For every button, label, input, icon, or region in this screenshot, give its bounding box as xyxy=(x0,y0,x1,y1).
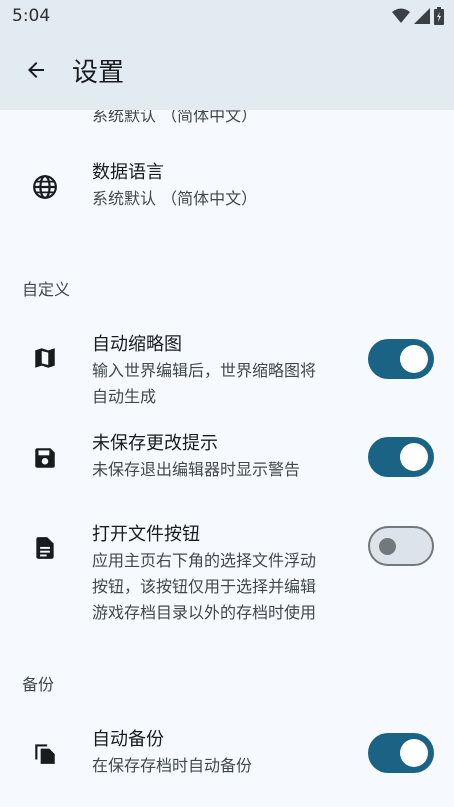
setting-subtitle: 系统默认 （简体中文） xyxy=(92,189,258,208)
unsaved-prompt-switch[interactable] xyxy=(368,437,434,477)
setting-unsaved-prompt[interactable]: 未保存更改提示 未保存退出编辑器时显示警告 xyxy=(0,431,454,487)
back-button[interactable] xyxy=(14,48,58,92)
signal-icon xyxy=(414,8,430,24)
status-icons xyxy=(392,7,444,25)
battery-icon xyxy=(434,7,444,25)
switch-thumb xyxy=(400,739,428,767)
setting-subtitle: 未保存退出编辑器时显示警告 xyxy=(92,460,301,479)
settings-list[interactable]: 系统默认 （简体中文） 数据语言 系统默认 （简体中文） 自定义 自动缩略图 输… xyxy=(0,110,454,807)
page-title: 设置 xyxy=(72,58,125,88)
setting-auto-thumbnail[interactable]: 自动缩略图 输入世界编辑后，世界缩略图将 自动生成 xyxy=(0,332,454,412)
open-file-button-switch[interactable] xyxy=(368,526,434,566)
setting-title: 自动备份 xyxy=(92,729,164,750)
setting-subtitle-line: 输入世界编辑后，世界缩略图将 xyxy=(92,361,317,380)
switch-thumb xyxy=(379,538,396,555)
map-icon xyxy=(35,348,55,368)
switch-thumb xyxy=(400,345,428,373)
globe-icon xyxy=(33,175,57,199)
status-time: 5:04 xyxy=(12,6,51,26)
save-icon xyxy=(35,448,55,468)
document-icon xyxy=(36,537,54,559)
auto-thumbnail-switch[interactable] xyxy=(368,339,434,379)
setting-subtitle-line: 应用主页右下角的选择文件浮动 xyxy=(92,551,317,570)
setting-subtitle-line: 游戏存档目录以外的存档时使用 xyxy=(92,603,317,622)
section-header-custom: 自定义 xyxy=(22,280,71,299)
setting-title: 打开文件按钮 xyxy=(92,524,200,545)
setting-title: 数据语言 xyxy=(92,162,164,183)
setting-title: 未保存更改提示 xyxy=(92,433,218,454)
setting-title: 自动缩略图 xyxy=(92,334,182,355)
wifi-icon xyxy=(392,8,410,23)
switch-thumb xyxy=(400,443,428,471)
setting-subtitle: 在保存存档时自动备份 xyxy=(92,756,253,775)
copy-icon xyxy=(35,744,55,764)
status-bar: 5:04 xyxy=(0,0,454,32)
section-header-backup: 备份 xyxy=(22,675,55,694)
setting-data-language[interactable]: 数据语言 系统默认 （简体中文） xyxy=(0,160,454,222)
setting-open-file-button[interactable]: 打开文件按钮 应用主页右下角的选择文件浮动 按钮，该按钮仅用于选择并编辑 游戏存… xyxy=(0,522,454,628)
setting-subtitle-line: 按钮，该按钮仅用于选择并编辑 xyxy=(92,577,317,596)
partial-item-subtitle: 系统默认 （简体中文） xyxy=(92,110,258,125)
auto-backup-switch[interactable] xyxy=(368,733,434,773)
arrow-back-icon xyxy=(28,62,44,78)
app-bar: 设置 xyxy=(0,32,454,110)
setting-subtitle-line: 自动生成 xyxy=(92,387,157,406)
setting-auto-backup[interactable]: 自动备份 在保存存档时自动备份 xyxy=(0,727,454,783)
